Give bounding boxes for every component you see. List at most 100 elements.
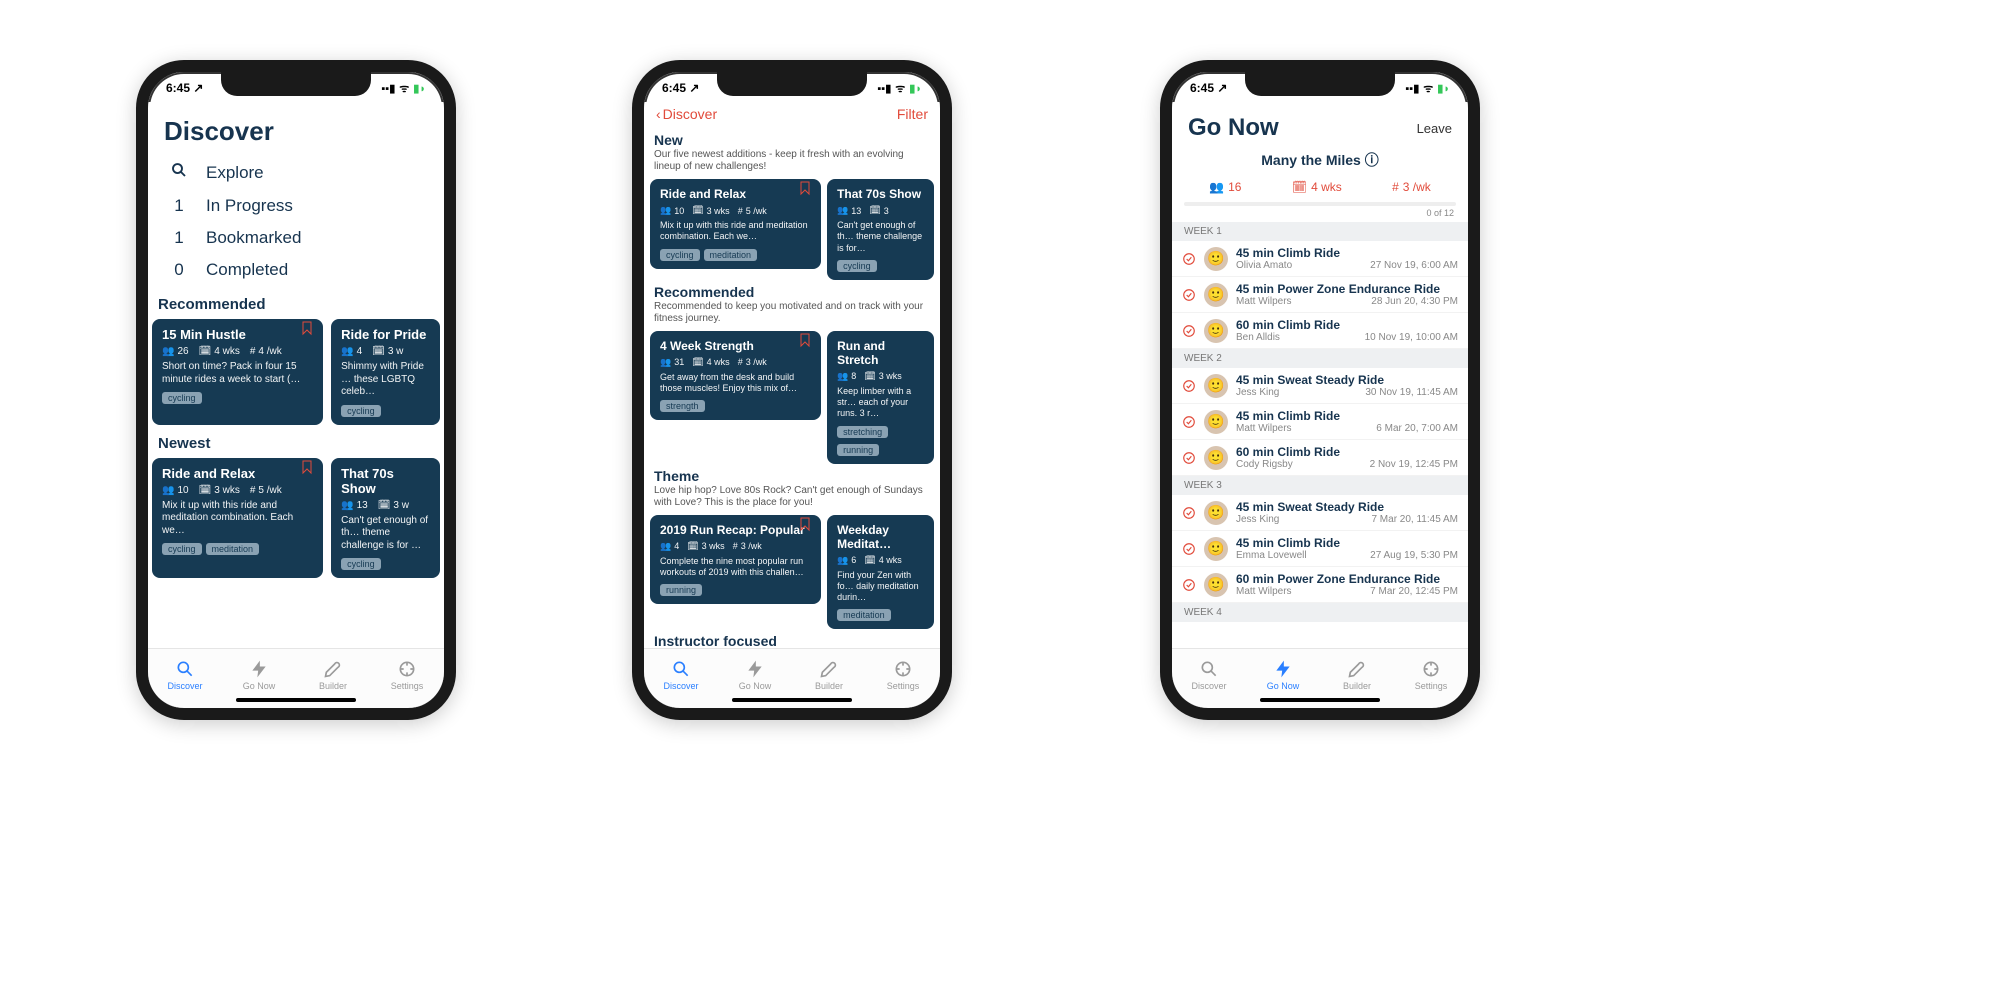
workout-date: 27 Aug 19, 5:30 PM (1370, 550, 1458, 561)
workout-row[interactable]: 🙂45 min Power Zone Endurance RideMatt Wi… (1172, 277, 1468, 313)
instructor-avatar: 🙂 (1204, 501, 1228, 525)
calendar-icon: 🗓 (199, 485, 212, 496)
people-icon: 👥 (837, 205, 848, 216)
people-icon: 👥 (162, 346, 174, 357)
chevron-left-icon: ‹ (656, 106, 661, 122)
card-meta: 👥13🗓3 w (341, 500, 430, 511)
workout-row[interactable]: 🙂45 min Climb RideMatt Wilpers6 Mar 20, … (1172, 404, 1468, 440)
tag: cycling (162, 392, 202, 404)
workout-date: 28 Jun 20, 4:30 PM (1371, 296, 1458, 307)
leave-button[interactable]: Leave (1417, 121, 1452, 136)
signal-icon: ▪▪▮ (1405, 82, 1419, 95)
tag: stretching (837, 426, 888, 438)
section-title: Instructor focused (654, 633, 930, 648)
workout-row[interactable]: 🙂60 min Climb RideBen Alldis10 Nov 19, 1… (1172, 313, 1468, 349)
workout-date: 2 Nov 19, 12:45 PM (1370, 459, 1458, 470)
workout-row[interactable]: 🙂60 min Power Zone Endurance RideMatt Wi… (1172, 567, 1468, 603)
tab-settings[interactable]: Settings (866, 649, 940, 708)
section-description: Our five newest additions - keep it fres… (654, 149, 930, 173)
menu-label: Completed (206, 260, 288, 280)
card-title: Ride and Relax (162, 466, 313, 481)
challenge-card[interactable]: Ride for Pride👥4🗓3 wShimmy with Pride … … (331, 319, 440, 425)
challenge-card[interactable]: Ride and Relax👥10🗓3 wks#5 /wkMix it up w… (152, 458, 323, 579)
section-header: ThemeLove hip hop? Love 80s Rock? Can't … (644, 464, 940, 511)
card-title: That 70s Show (837, 187, 924, 201)
wifi-icon: ᯤ (399, 81, 409, 96)
bookmark-icon[interactable] (301, 458, 313, 476)
workout-title: 45 min Climb Ride (1236, 409, 1458, 423)
workout-row[interactable]: 🙂45 min Climb RideOlivia Amato27 Nov 19,… (1172, 241, 1468, 277)
challenge-card[interactable]: 15 Min Hustle👥26🗓4 wks#4 /wkShort on tim… (152, 319, 323, 425)
search-icon (168, 161, 190, 184)
menu-item-completed[interactable]: 0 Completed (148, 254, 444, 286)
signal-icon: ▪▪▮ (381, 82, 395, 95)
back-button[interactable]: ‹ Discover (656, 106, 717, 122)
calendar-icon: 🗓 (692, 357, 703, 368)
week-header: WEEK 4 (1172, 603, 1468, 622)
count-badge: 1 (168, 228, 190, 248)
workout-title: 60 min Climb Ride (1236, 445, 1458, 459)
workout-row[interactable]: 🙂45 min Climb RideEmma Lovewell27 Aug 19… (1172, 531, 1468, 567)
card-title: That 70s Show (341, 466, 430, 496)
card-description: Find your Zen with fo… daily meditation … (837, 570, 924, 604)
tab-label: Go Now (1267, 681, 1300, 691)
card-description: Get away from the desk and build those m… (660, 372, 811, 395)
tab-settings[interactable]: Settings (370, 649, 444, 708)
card-meta: 👥13🗓3 (837, 205, 924, 216)
tab-discover[interactable]: Discover (148, 649, 222, 708)
calendar-icon: 🗓 (1292, 180, 1307, 194)
instructor-name: Emma Lovewell (1236, 550, 1307, 561)
menu-item-bookmarked[interactable]: 1Bookmarked (148, 222, 444, 254)
challenge-card[interactable]: Ride and Relax👥10🗓3 wks#5 /wkMix it up w… (650, 179, 821, 269)
card-meta: 👥31🗓4 wks#3 /wk (660, 357, 811, 368)
card-description: Short on time? Pack in four 15 minute ri… (162, 361, 313, 386)
bookmark-icon[interactable] (799, 515, 811, 533)
section-header: RecommendedRecommended to keep you motiv… (644, 280, 940, 327)
checkmark-icon (1182, 451, 1196, 465)
notch (717, 72, 867, 96)
workout-title: 45 min Power Zone Endurance Ride (1236, 282, 1458, 296)
challenge-card[interactable]: 2019 Run Recap: Popular👥4🗓3 wks#3 /wkCom… (650, 515, 821, 605)
tab-discover[interactable]: Discover (1172, 649, 1246, 708)
instructor-avatar: 🙂 (1204, 446, 1228, 470)
instructor-name: Ben Alldis (1236, 332, 1280, 343)
challenge-card[interactable]: Run and Stretch👥8🗓3 wksKeep limber with … (827, 331, 934, 464)
workout-date: 7 Mar 20, 12:45 PM (1370, 586, 1458, 597)
calendar-icon: 🗓 (692, 205, 703, 216)
hash-icon: # (738, 206, 743, 216)
count-badge: 0 (168, 260, 190, 280)
battery-icon: ▮◗ (413, 82, 426, 95)
bookmark-icon[interactable] (799, 179, 811, 197)
card-title: Ride for Pride (341, 327, 430, 342)
challenge-card[interactable]: That 70s Show 👥13🗓3 w Can't get enough of … (331, 458, 440, 579)
home-indicator (1260, 698, 1380, 702)
challenge-card[interactable]: 4 Week Strength👥31🗓4 wks#3 /wkGet away f… (650, 331, 821, 421)
filter-button[interactable]: Filter (897, 106, 928, 122)
card-title: Run and Stretch (837, 339, 924, 367)
workout-date: 7 Mar 20, 11:45 AM (1371, 514, 1458, 525)
instructor-name: Jess King (1236, 387, 1279, 398)
checkmark-icon (1182, 415, 1196, 429)
card-title: Ride and Relax (660, 187, 811, 201)
checkmark-icon (1182, 252, 1196, 266)
card-meta: 👥4🗓3 wks#3 /wk (660, 541, 811, 552)
tab-settings[interactable]: Settings (1394, 649, 1468, 708)
tab-discover[interactable]: Discover (644, 649, 718, 708)
menu-item-in-progress[interactable]: 1In Progress (148, 190, 444, 222)
card-meta: 👥4🗓3 w (341, 346, 430, 357)
workout-row[interactable]: 🙂45 min Sweat Steady RideJess King30 Nov… (1172, 368, 1468, 404)
workout-date: 6 Mar 20, 7:00 AM (1376, 423, 1458, 434)
challenge-card[interactable]: Weekday Meditat…👥6🗓4 wksFind your Zen wi… (827, 515, 934, 630)
workout-row[interactable]: 🙂45 min Sweat Steady RideJess King7 Mar … (1172, 495, 1468, 531)
menu-item-explore[interactable]: Explore (148, 155, 444, 190)
workout-row[interactable]: 🙂60 min Climb RideCody Rigsby2 Nov 19, 1… (1172, 440, 1468, 476)
section-header: Instructor focusedA mix of workouts to k… (644, 629, 940, 648)
card-description: Can't get enough of th… theme challenge … (341, 515, 430, 553)
phone-discover: 6:45 ↗ ▪▪▮ᯤ▮◗ Discover Explore1In Progre… (136, 60, 456, 720)
people-icon: 👥 (837, 555, 848, 566)
challenge-card[interactable]: That 70s Show👥13🗓3Can't get enough of th… (827, 179, 934, 280)
instructor-name: Jess King (1236, 514, 1279, 525)
bookmark-icon[interactable] (301, 319, 313, 337)
bookmark-icon[interactable] (799, 331, 811, 349)
card-row: 2019 Run Recap: Popular👥4🗓3 wks#3 /wkCom… (644, 511, 940, 630)
